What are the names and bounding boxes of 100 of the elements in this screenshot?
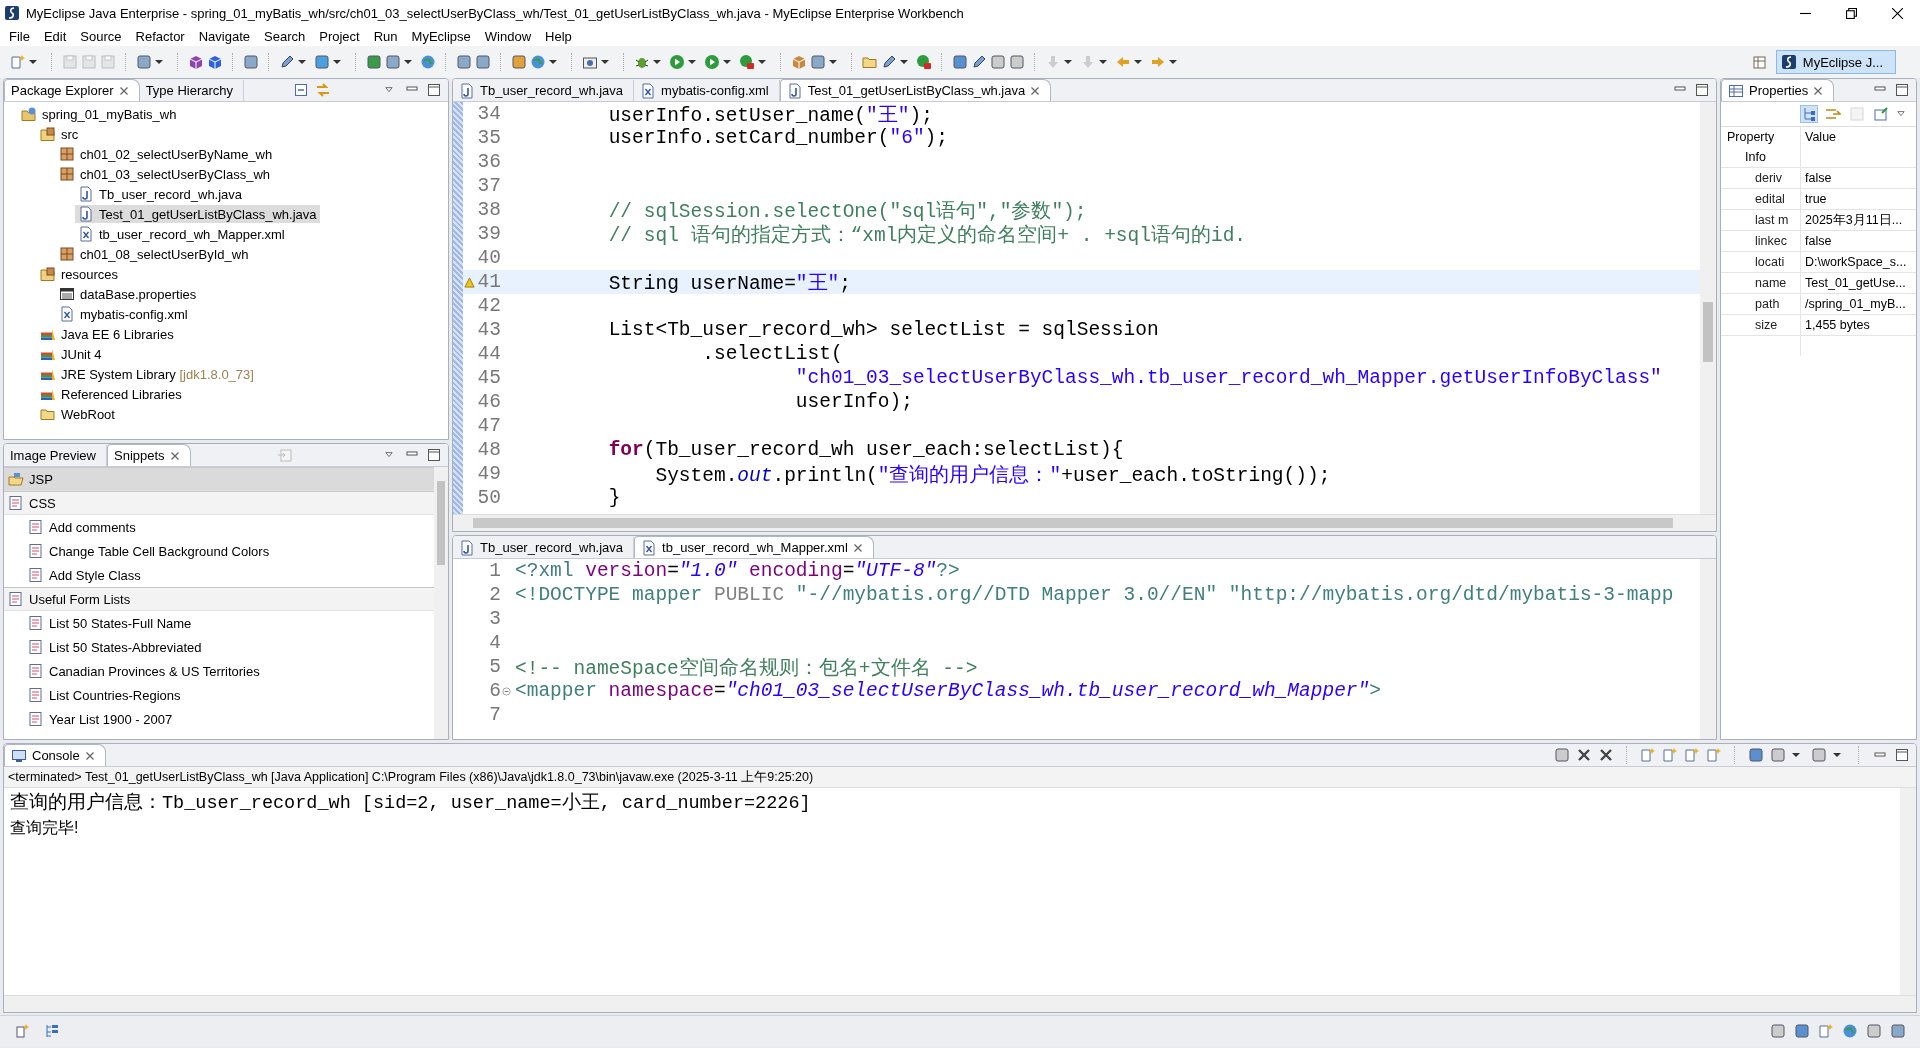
code-line: <!DOCTYPE mapper PUBLIC "-//mybatis.org//DTD Mapper 3.0//EN" "http://mybatis.org/dtd/mybatis-3-mapp xyxy=(514,584,1674,606)
code-line: <!-- nameSpace空间命名规则：包名+文件名 --> xyxy=(514,656,978,681)
property-value: 2025年3月11日... xyxy=(1804,211,1903,229)
snippet-item[interactable]: Canadian Provinces & US Territories xyxy=(4,659,434,683)
code-line: userInfo.setUser_name("王"); xyxy=(607,103,933,128)
code-line: <mapper namespace="ch01_03_selectUserByClass_wh.tb_user_record_wh_Mapper"> xyxy=(514,680,1381,702)
code-line: // sqlSession.selectOne("sql语句","参数"); xyxy=(607,199,1087,224)
tree-item[interactable]: Java EE 6 Libraries xyxy=(37,325,177,343)
snippet-item[interactable]: List 50 States-Abbreviated xyxy=(4,635,434,659)
drawer-header[interactable]: JSP xyxy=(4,467,434,491)
drawer-header[interactable]: CSS xyxy=(4,491,434,515)
line-number: 5 xyxy=(489,656,501,678)
property-value: D:\workSpace_s... xyxy=(1804,255,1907,269)
tree-item[interactable]: src xyxy=(37,125,82,143)
code-line: System.out.println("查询的用户信息："+user_each.toString()); xyxy=(654,463,1331,488)
tree-item[interactable]: tb_user_record_wh_Mapper.xml xyxy=(75,225,288,243)
tree-item[interactable]: ch01_08_selectUserById_wh xyxy=(56,245,252,263)
menu-item[interactable]: Refactor xyxy=(128,28,192,44)
property-name: linkec xyxy=(1721,231,1801,251)
line-number: 48 xyxy=(477,439,501,461)
line-number: 39 xyxy=(477,223,501,245)
tab[interactable]: Image Preview xyxy=(4,445,107,466)
console-header: <terminated> Test_01_getUserListByClass_wh [Java Application] C:\Program Files (x86)\Java\jdk1.8.0_73\bin\javaw.exe (2025-3-11 上午9:25:20) xyxy=(4,767,1916,788)
line-number: 44 xyxy=(477,343,501,365)
menu-item[interactable]: Source xyxy=(73,28,129,44)
tab[interactable]: Tb_user_record_wh.java xyxy=(453,80,635,101)
line-number: 6 xyxy=(489,680,501,702)
line-number: 7 xyxy=(489,704,501,726)
tree-item[interactable]: JUnit 4 xyxy=(37,345,105,363)
property-value: 1,455 bytes xyxy=(1804,318,1870,332)
snippet-item[interactable]: List Countries-Regions xyxy=(4,683,434,707)
line-number: 3 xyxy=(489,608,501,630)
drawer-header[interactable]: Useful Form Lists xyxy=(4,587,434,611)
line-number: 4 xyxy=(489,632,501,654)
tab[interactable]: tb_user_record_wh_Mapper.xml xyxy=(634,536,874,558)
menu-item[interactable]: File xyxy=(2,28,37,44)
line-number: 46 xyxy=(477,391,501,413)
tree-item[interactable]: ch01_03_selectUserByClass_wh xyxy=(56,165,274,183)
tree-item[interactable]: mybatis-config.xml xyxy=(56,305,191,323)
code-line: } xyxy=(607,487,621,509)
property-value: true xyxy=(1804,192,1827,206)
tree-item[interactable]: spring_01_myBatis_wh xyxy=(18,105,180,123)
property-name: size xyxy=(1721,315,1801,335)
menu-item[interactable]: Run xyxy=(366,28,405,44)
menu-item[interactable]: Edit xyxy=(36,28,74,44)
tree-item[interactable]: resources xyxy=(37,265,122,283)
property-value: false xyxy=(1804,171,1832,185)
property-name: name xyxy=(1721,273,1801,293)
property-group[interactable]: Info xyxy=(1721,147,1801,167)
snippet-item[interactable]: List 50 States-Full Name xyxy=(4,611,434,635)
tab[interactable]: Tb_user_record_wh.java xyxy=(453,537,635,558)
code-line: for(Tb_user_record_wh user_each:selectList){ xyxy=(607,439,1124,461)
property-name: edital xyxy=(1721,189,1801,209)
snippet-item[interactable]: Change Table Cell Background Colors xyxy=(4,539,434,563)
snippet-item[interactable]: Year List 1900 - 2007 xyxy=(4,707,434,731)
tab[interactable]: Package Explorer xyxy=(4,79,140,101)
property-name: path xyxy=(1721,294,1801,314)
tree-item[interactable]: dataBase.properties xyxy=(56,285,200,303)
tab[interactable]: mybatis-config.xml xyxy=(634,80,780,101)
property-name: locati xyxy=(1721,252,1801,272)
menu-item[interactable]: Help xyxy=(538,28,579,44)
tab[interactable]: Properties xyxy=(1721,79,1835,101)
tree-item[interactable]: JRE System Library [jdk1.8.0_73] xyxy=(37,365,257,383)
menu-item[interactable]: Project xyxy=(312,28,367,44)
snippet-item[interactable]: Add Style Class xyxy=(4,563,434,587)
line-number: 37 xyxy=(477,175,501,197)
line-number: 36 xyxy=(477,151,501,173)
tree-item[interactable]: Tb_user_record_wh.java xyxy=(75,185,246,203)
code-line: userInfo); xyxy=(794,391,913,413)
property-value: Test_01_getUse... xyxy=(1804,276,1906,290)
code-line: List<Tb_user_record_wh> selectList = sqlSession xyxy=(607,319,1159,341)
menu-item[interactable]: Window xyxy=(477,28,539,44)
code-line: String userName="王"; xyxy=(607,271,851,296)
tab[interactable]: Type Hierarchy xyxy=(139,80,245,101)
line-number: 49 xyxy=(477,463,501,485)
menu-item[interactable]: MyEclipse xyxy=(404,28,478,44)
tab[interactable]: Console xyxy=(4,744,106,766)
tab[interactable]: Test_01_getUserListByClass_wh.java xyxy=(779,79,1052,101)
tree-item[interactable]: Test_01_getUserListByClass_wh.java xyxy=(75,205,320,223)
tree-item[interactable]: WebRoot xyxy=(37,405,118,423)
menu-item[interactable]: Search xyxy=(257,28,313,44)
window-title: MyEclipse Java Enterprise - spring_01_myBatis_wh/src/ch01_03_selectUserByClass_wh/Test_01_getUserListByClass_wh.java - MyEclipse Enterprise Workbench xyxy=(26,5,964,21)
property-value: false xyxy=(1804,234,1832,248)
menu-item[interactable]: Navigate xyxy=(191,28,257,44)
tab[interactable]: Snippets xyxy=(107,444,191,466)
property-value: /spring_01_myB... xyxy=(1804,297,1906,311)
tree-item[interactable]: ch01_02_selectUserByName_wh xyxy=(56,145,276,163)
column-header: Value xyxy=(1804,130,1837,144)
line-number: 50 xyxy=(477,487,501,509)
console-output: 查询完毕! xyxy=(10,818,80,838)
perspective-button[interactable]: MyEclipse J... xyxy=(1775,50,1896,74)
line-number: 2 xyxy=(489,584,501,606)
line-number: 42 xyxy=(477,295,501,317)
property-name: last m xyxy=(1721,210,1801,230)
line-number: 40 xyxy=(477,247,501,269)
tree-item[interactable]: Referenced Libraries xyxy=(37,385,185,403)
code-line: <?xml version="1.0" encoding="UTF-8"?> xyxy=(514,560,960,582)
snippet-item[interactable]: Add comments xyxy=(4,515,434,539)
property-name: deriv xyxy=(1721,168,1801,188)
console-output: 查询的用户信息：Tb_user_record_wh [sid=2, user_name=小王, card_number=2226] xyxy=(10,792,812,816)
